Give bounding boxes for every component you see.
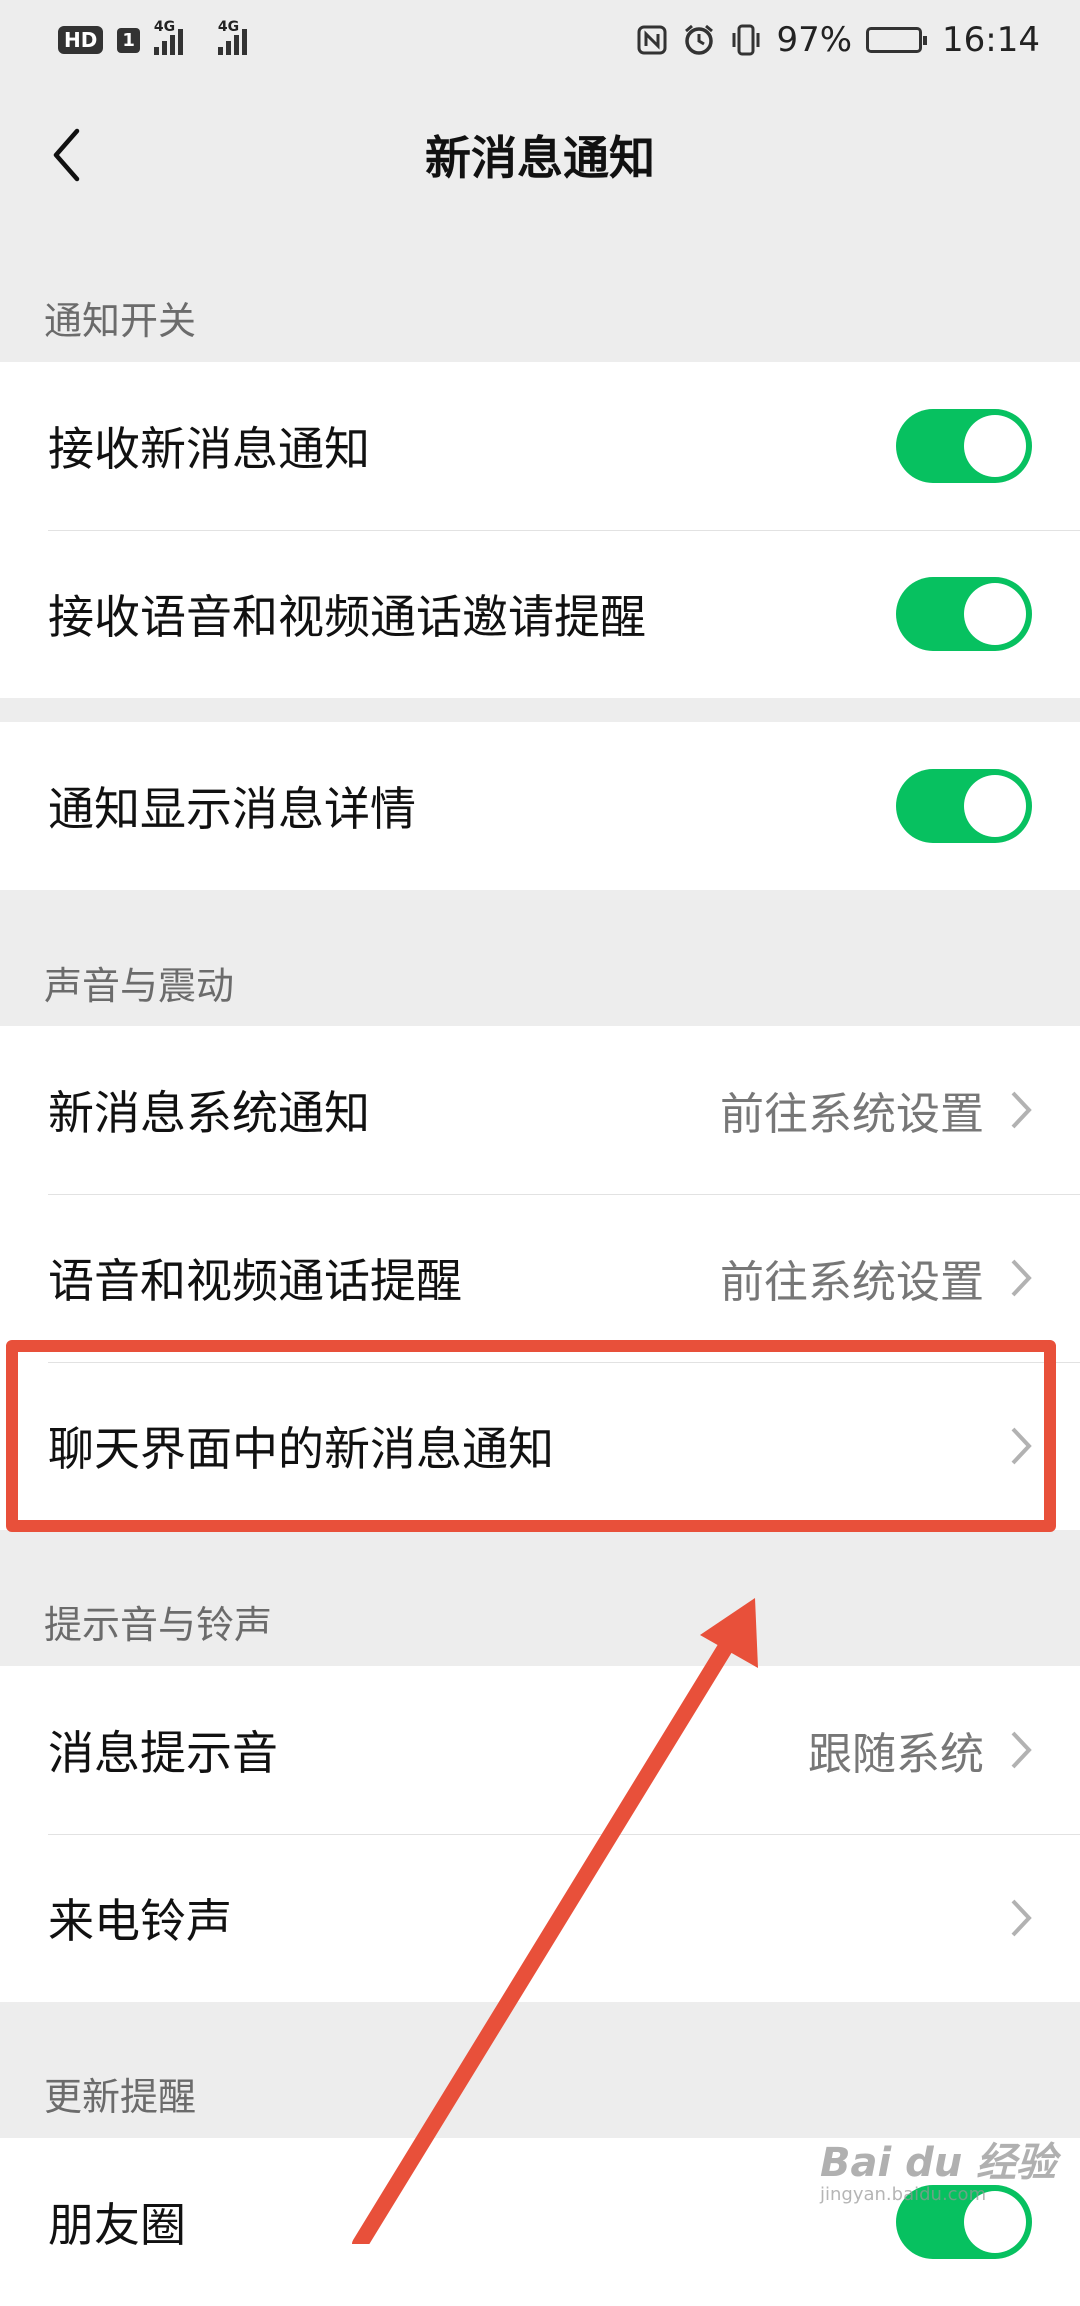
chevron-right-icon [1011,1427,1032,1465]
vibrate-icon [732,24,760,56]
group-notify-detail: 通知显示消息详情 [0,722,1080,890]
row-label: 接收新消息通知 [48,422,370,476]
back-button[interactable] [36,120,96,190]
call-remind-row[interactable]: 语音和视频通话提醒 前往系统设置 [0,1194,1080,1362]
chevron-right-icon [1011,1091,1032,1129]
back-arrow-icon [53,128,80,182]
receive-call-invite-toggle[interactable] [896,577,1032,651]
chevron-right-icon [1011,1899,1032,1937]
sim-badge: 1 [117,27,140,53]
signal-icon: 4G [217,19,268,55]
section-label-notify-switch: 通知开关 [44,299,197,343]
section-label-tone-ringtone: 提示音与铃声 [44,1603,273,1647]
nfc-icon [637,25,667,55]
show-message-detail-row: 通知显示消息详情 [0,722,1080,890]
row-label: 接收语音和视频通话邀请提醒 [48,590,646,644]
signal-icon: 4G [153,19,204,55]
row-label: 语音和视频通话提醒 [48,1254,462,1308]
row-label: 来电铃声 [48,1894,232,1948]
group-tone-ringtone: 消息提示音 跟随系统 来电铃声 [0,1666,1080,2002]
battery-icon [866,27,928,53]
show-message-detail-toggle[interactable] [896,769,1032,843]
section-label-update-reminder: 更新提醒 [44,2075,197,2119]
row-value: 前往系统设置 [720,1257,984,1308]
chat-new-message-notify-row[interactable]: 聊天界面中的新消息通知 [0,1362,1080,1530]
receive-new-message-row: 接收新消息通知 [0,362,1080,530]
status-bar: HD 1 4G 4G 97% 16:14 [0,0,1080,80]
hd-badge: HD [58,26,104,54]
system-notify-row[interactable]: 新消息系统通知 前往系统设置 [0,1026,1080,1194]
incoming-ringtone-row[interactable]: 来电铃声 [0,1834,1080,2002]
chevron-right-icon [1011,1731,1032,1769]
chevron-right-icon [1011,1259,1032,1297]
row-label: 新消息系统通知 [48,1086,370,1140]
message-tone-row[interactable]: 消息提示音 跟随系统 [0,1666,1080,1834]
nav-bar: 新消息通知 [0,80,1080,230]
row-value: 跟随系统 [808,1729,984,1780]
section-label-sound-vibration: 声音与震动 [44,964,235,1008]
group-sound-vibration: 新消息系统通知 前往系统设置 语音和视频通话提醒 前往系统设置 聊天界面中的新消… [0,1026,1080,1530]
receive-call-invite-row: 接收语音和视频通话邀请提醒 [0,530,1080,698]
row-label: 聊天界面中的新消息通知 [48,1422,554,1476]
row-label: 朋友圈 [48,2198,186,2252]
watermark-logo: Bai du 经验 [820,2140,1057,2186]
row-label: 消息提示音 [48,1726,278,1780]
clock-time: 16:14 [942,20,1040,60]
battery-percent: 97% [776,20,853,60]
page-title: 新消息通知 [425,131,655,185]
row-value: 前往系统设置 [720,1089,984,1140]
receive-new-message-toggle[interactable] [896,409,1032,483]
row-label: 通知显示消息详情 [48,782,416,836]
watermark-url: jingyan.baidu.com [820,2184,987,2205]
group-notify-switch: 接收新消息通知 接收语音和视频通话邀请提醒 [0,362,1080,698]
alarm-icon [685,24,714,55]
